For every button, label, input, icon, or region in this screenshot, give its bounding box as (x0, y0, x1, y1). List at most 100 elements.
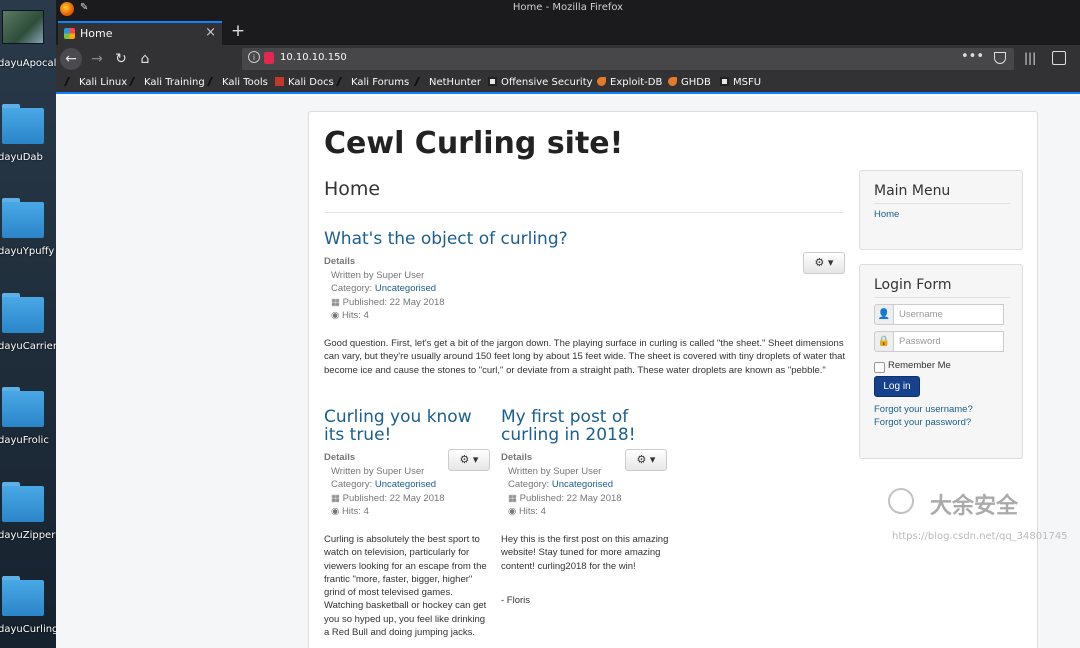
offsec-icon (488, 77, 497, 86)
article-details: Details Written by Super User Category: … (324, 255, 624, 323)
site-title[interactable]: Cewl Curling site! (324, 126, 623, 161)
category-line: Category: Uncategorised (508, 479, 614, 490)
navigation-toolbar: ← → ↻ ⌂ i 10.10.10.150 ••• ||| (56, 45, 1080, 73)
article-details: Details Written by Super User Category: … (501, 451, 671, 519)
desktop-item-apocalyst[interactable]: dayuApocalyst (0, 10, 56, 100)
author-line: Written by Super User (331, 465, 425, 477)
forgot-password-link[interactable]: Forgot your password? (874, 417, 971, 428)
password-input[interactable]: Password (894, 331, 1004, 352)
firefox-window: ✎ Home - Mozilla Firefox Home × + ← → ↻ … (56, 0, 1080, 648)
category-line: Category: Uncategorised (331, 479, 437, 490)
docs-icon (275, 77, 284, 86)
joomla-favicon-icon (64, 28, 75, 39)
exploitdb-icon (597, 77, 606, 86)
details-label: Details (501, 452, 533, 463)
article-signature: - Floris (501, 595, 531, 606)
desktop-item-ypuffy[interactable]: dayuYpuffy (0, 198, 56, 288)
desktop-item-dab[interactable]: dayuDab (0, 104, 56, 194)
kali-dragon-icon (128, 77, 143, 86)
eye-icon: ◉ (331, 506, 342, 517)
desktop-item-label: dayuCurling (0, 624, 56, 635)
forward-button[interactable]: → (86, 48, 108, 70)
details-label: Details (324, 452, 356, 463)
desktop-item-carrier[interactable]: dayuCarrier (0, 293, 56, 383)
desktop-item-label: dayuFrolic (0, 435, 49, 446)
url-text[interactable]: 10.10.10.150 (280, 52, 347, 63)
desktop-item-label: dayuZipper (0, 530, 56, 541)
desktop-item-label: dayuYpuffy (0, 246, 55, 257)
page-actions-button[interactable]: ••• (961, 49, 984, 64)
username-group: 👤 Username (874, 304, 1004, 325)
bookmark-kali-tools[interactable]: Kali Tools (206, 77, 268, 88)
author-line: Written by Super User (508, 465, 602, 477)
forgot-username-link[interactable]: Forgot your username? (874, 404, 973, 415)
folder-icon (2, 198, 44, 238)
article-title[interactable]: My first post of curling in 2018! (501, 408, 651, 444)
published-line: ▦ Published: 22 May 2018 (331, 492, 445, 504)
desktop-item-curling[interactable]: dayuCurling (0, 576, 56, 648)
bookmark-kali-forums[interactable]: Kali Forums (335, 77, 409, 88)
folder-icon (2, 387, 44, 427)
kali-dragon-icon (413, 77, 428, 86)
back-button[interactable]: ← (60, 48, 82, 70)
details-label: Details (324, 256, 356, 267)
article-title[interactable]: What's the object of curling? (324, 230, 744, 248)
reload-button[interactable]: ↻ (110, 48, 132, 70)
desktop-item-frolic[interactable]: dayuFrolic (0, 387, 56, 477)
desktop: dayuApocalyst dayuDab dayuYpuffy dayuCar… (0, 0, 56, 648)
login-button[interactable]: Log in (874, 376, 920, 397)
url-bar[interactable]: i 10.10.10.150 ••• (242, 48, 1014, 70)
calendar-icon: ▦ (331, 296, 343, 308)
kali-dragon-icon (63, 77, 78, 86)
sidebar-toggle-icon[interactable] (1052, 51, 1066, 65)
main-menu-module: Main Menu Home (859, 170, 1023, 250)
username-input[interactable]: Username (894, 304, 1004, 325)
bookmark-ghdb[interactable]: GHDB (668, 77, 711, 88)
page-viewport: Cewl Curling site! Home What's the objec… (56, 96, 1080, 648)
bookmark-kali-docs[interactable]: Kali Docs (275, 77, 334, 88)
tab-label: Home (80, 27, 113, 40)
calendar-icon: ▦ (508, 492, 520, 504)
category-link[interactable]: Uncategorised (375, 479, 436, 490)
exploitdb-icon (668, 77, 677, 86)
bookmark-exploit-db[interactable]: Exploit-DB (597, 77, 662, 88)
article-title[interactable]: Curling you know its true! (324, 408, 494, 444)
gear-icon: ⚙ ▾ (814, 256, 834, 269)
published-line: ▦ Published: 22 May 2018 (331, 296, 445, 308)
eye-icon: ◉ (331, 310, 342, 321)
folder-icon (2, 293, 44, 333)
calendar-icon: ▦ (331, 492, 343, 504)
hits-line: ◉ Hits: 4 (331, 310, 369, 321)
library-icon[interactable]: ||| (1024, 51, 1036, 65)
lock-icon: 🔒 (874, 331, 894, 352)
main-menu-title: Main Menu (874, 183, 951, 199)
category-link[interactable]: Uncategorised (552, 479, 613, 490)
page-heading: Home (324, 178, 381, 200)
bookmark-nethunter[interactable]: NetHunter (413, 77, 481, 88)
folder-icon (2, 104, 44, 144)
article-tools-button[interactable]: ⚙ ▾ (803, 252, 845, 274)
watermark-brand: 大余安全 (930, 494, 1019, 519)
bookmark-offensive-security[interactable]: Offensive Security (488, 77, 593, 88)
insecure-lock-icon[interactable] (264, 52, 274, 64)
close-tab-icon[interactable]: × (205, 25, 216, 40)
category-link[interactable]: Uncategorised (375, 283, 436, 294)
author-line: Written by Super User (331, 269, 425, 281)
bookmarks-toolbar: Kali Linux Kali Training Kali Tools Kali… (56, 73, 1080, 94)
folder-icon (2, 482, 44, 522)
desktop-item-zipper[interactable]: dayuZipper (0, 482, 56, 572)
login-form-title: Login Form (874, 277, 952, 293)
desktop-item-label: dayuCarrier (0, 341, 56, 352)
new-tab-button[interactable]: + (228, 21, 248, 43)
bookmark-kali-linux[interactable]: Kali Linux (63, 77, 127, 88)
remember-me-checkbox[interactable] (874, 362, 885, 373)
info-icon[interactable]: i (248, 51, 260, 63)
article-body: Good question. First, let's get a bit of… (324, 338, 846, 376)
bookmark-kali-training[interactable]: Kali Training (128, 77, 205, 88)
tab-home[interactable]: Home × (58, 21, 222, 45)
bookmark-msfu[interactable]: MSFU (720, 77, 761, 88)
pocket-icon[interactable] (994, 52, 1006, 64)
window-title: Home - Mozilla Firefox (512, 2, 624, 13)
menu-item-home[interactable]: Home (874, 209, 899, 220)
home-button[interactable]: ⌂ (134, 48, 156, 70)
